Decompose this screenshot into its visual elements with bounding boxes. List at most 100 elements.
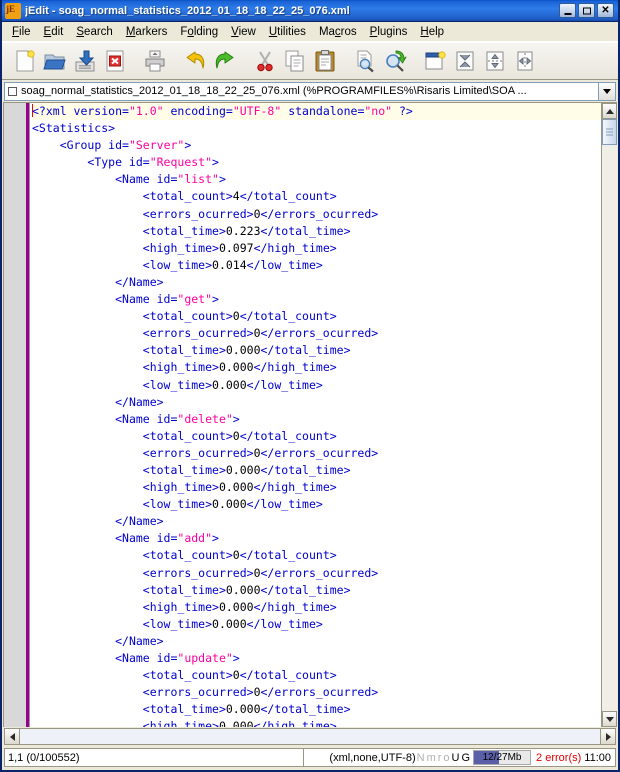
buffer-selector-dropdown-arrow[interactable] <box>599 81 616 101</box>
scroll-left-button[interactable] <box>4 728 20 745</box>
buffer-selector[interactable]: soag_normal_statistics_2012_01_18_18_22_… <box>4 81 599 101</box>
code-line: <Name id="update"> <box>115 651 240 665</box>
chevron-left-icon <box>9 732 15 741</box>
caret-position-indicator: 1,1 (0/100552) <box>4 748 304 767</box>
menu-folding[interactable]: Folding <box>174 24 225 40</box>
split-vertical-icon[interactable] <box>510 46 540 76</box>
editor-gutter[interactable] <box>4 103 30 727</box>
maximize-button[interactable] <box>578 3 595 18</box>
split-horizontal-icon[interactable] <box>480 46 510 76</box>
buffer-dirty-indicator <box>8 86 17 96</box>
menu-file[interactable]: File <box>6 24 38 40</box>
menu-search[interactable]: Search <box>70 24 119 40</box>
buffer-mode-indicator[interactable]: (xml,none,UTF-8) <box>329 752 415 764</box>
chevron-right-icon <box>605 732 611 741</box>
toolbar-separator <box>410 46 420 76</box>
horizontal-scroll-track[interactable] <box>20 728 600 745</box>
code-line: </Name> <box>115 514 164 529</box>
status-flag-N[interactable]: N <box>416 752 426 764</box>
close-file-icon[interactable] <box>100 46 130 76</box>
code-line: <total_time>0.000</total_time> <box>142 582 351 597</box>
menu-view[interactable]: View <box>225 24 263 40</box>
editor-container: <?xml version="1.0" encoding="UTF-8" sta… <box>2 102 618 746</box>
scroll-right-button[interactable] <box>600 728 616 745</box>
chevron-down-icon <box>605 716 614 722</box>
code-line: <high_time>0.097</high_time> <box>142 240 337 255</box>
code-line: <low_time>0.000</low_time> <box>142 497 323 512</box>
find-next-icon[interactable] <box>380 46 410 76</box>
jedit-window: jEdit - soag_normal_statistics_2012_01_1… <box>0 0 620 772</box>
status-flag-G[interactable]: G <box>460 752 471 764</box>
code-line: <Name id="list"> <box>115 172 226 187</box>
minimize-button[interactable] <box>559 3 576 18</box>
close-button[interactable]: ✕ <box>597 3 614 18</box>
print-icon[interactable] <box>140 46 170 76</box>
buffer-selector-bar: soag_normal_statistics_2012_01_18_18_22_… <box>2 80 618 102</box>
code-line: <low_time>0.000</low_time> <box>142 616 323 631</box>
status-flag-o[interactable]: o <box>442 752 450 764</box>
find-icon[interactable] <box>350 46 380 76</box>
code-line: </Name> <box>115 274 164 289</box>
jedit-icon <box>5 2 21 19</box>
code-line: <Name id="add"> <box>115 531 219 546</box>
unsplit-icon[interactable] <box>450 46 480 76</box>
error-count-indicator[interactable]: 2 error(s) <box>533 752 584 764</box>
toolbar-separator <box>340 46 350 76</box>
code-line: <low_time>0.000</low_time> <box>142 377 323 392</box>
status-flag-U[interactable]: U <box>451 752 461 764</box>
code-line: <Statistics> <box>32 121 116 136</box>
clock-indicator: 11:00 <box>584 751 611 764</box>
window-title: jEdit - soag_normal_statistics_2012_01_1… <box>25 4 350 17</box>
undo-icon[interactable] <box>180 46 210 76</box>
menu-utilities[interactable]: Utilities <box>263 24 313 40</box>
code-line: <high_time>0.000</high_time> <box>142 719 337 727</box>
code-line: <Type id="Request"> <box>87 155 219 170</box>
code-line: <total_count>0</total_count> <box>142 668 337 683</box>
chevron-up-icon <box>605 108 614 114</box>
horizontal-scrollbar[interactable] <box>4 728 616 745</box>
menu-markers[interactable]: Markers <box>120 24 175 40</box>
code-line: <high_time>0.000</high_time> <box>142 480 337 495</box>
new-file-icon[interactable] <box>10 46 40 76</box>
code-line: <high_time>0.000</high_time> <box>142 360 337 375</box>
save-file-icon[interactable] <box>70 46 100 76</box>
code-line: <total_count>0</total_count> <box>142 428 337 443</box>
menu-plugins[interactable]: Plugins <box>364 24 415 40</box>
status-bar: 1,1 (0/100552) (xml,none,UTF-8) NmroUG 1… <box>2 746 618 770</box>
code-line: <total_time>0.223</total_time> <box>142 223 351 238</box>
scroll-down-button[interactable] <box>602 711 617 727</box>
code-line: <errors_ocurred>0</errors_ocurred> <box>142 326 379 341</box>
menu-help[interactable]: Help <box>414 24 451 40</box>
status-flag-m[interactable]: m <box>426 752 437 764</box>
code-line: <errors_ocurred>0</errors_ocurred> <box>142 445 379 460</box>
code-line: <total_count>0</total_count> <box>142 548 337 563</box>
code-line: <Group id="Server"> <box>59 138 192 153</box>
new-view-icon[interactable] <box>420 46 450 76</box>
buffer-selector-label: soag_normal_statistics_2012_01_18_18_22_… <box>21 85 527 97</box>
code-line: <errors_ocurred>0</errors_ocurred> <box>142 685 379 700</box>
vertical-scroll-track[interactable] <box>602 119 617 711</box>
paste-icon[interactable] <box>310 46 340 76</box>
toolbar <box>2 42 618 80</box>
memory-usage-label: 12/27Mb <box>482 752 522 763</box>
redo-icon[interactable] <box>210 46 240 76</box>
memory-usage-indicator[interactable]: 12/27Mb <box>473 750 532 765</box>
editor-row: <?xml version="1.0" encoding="UTF-8" sta… <box>3 102 617 727</box>
title-bar: jEdit - soag_normal_statistics_2012_01_1… <box>2 0 618 22</box>
copy-icon[interactable] <box>280 46 310 76</box>
menu-macros[interactable]: Macros <box>313 24 364 40</box>
scroll-up-button[interactable] <box>602 103 617 119</box>
toolbar-separator <box>130 46 140 76</box>
vertical-scrollbar[interactable] <box>601 103 617 727</box>
code-line: <total_time>0.000</total_time> <box>142 462 351 477</box>
menu-edit[interactable]: Edit <box>38 24 71 40</box>
code-line: <total_time>0.000</total_time> <box>142 702 351 717</box>
code-line: <total_count>4</total_count> <box>142 189 337 204</box>
cut-icon[interactable] <box>250 46 280 76</box>
menu-bar: File Edit Search Markers Folding View Ut… <box>2 22 618 42</box>
code-text-area[interactable]: <?xml version="1.0" encoding="UTF-8" sta… <box>30 103 601 727</box>
open-file-icon[interactable] <box>40 46 70 76</box>
window-controls: ✕ <box>559 3 614 18</box>
code-line: <errors_ocurred>0</errors_ocurred> <box>142 206 379 221</box>
vertical-scroll-thumb[interactable] <box>602 119 617 145</box>
